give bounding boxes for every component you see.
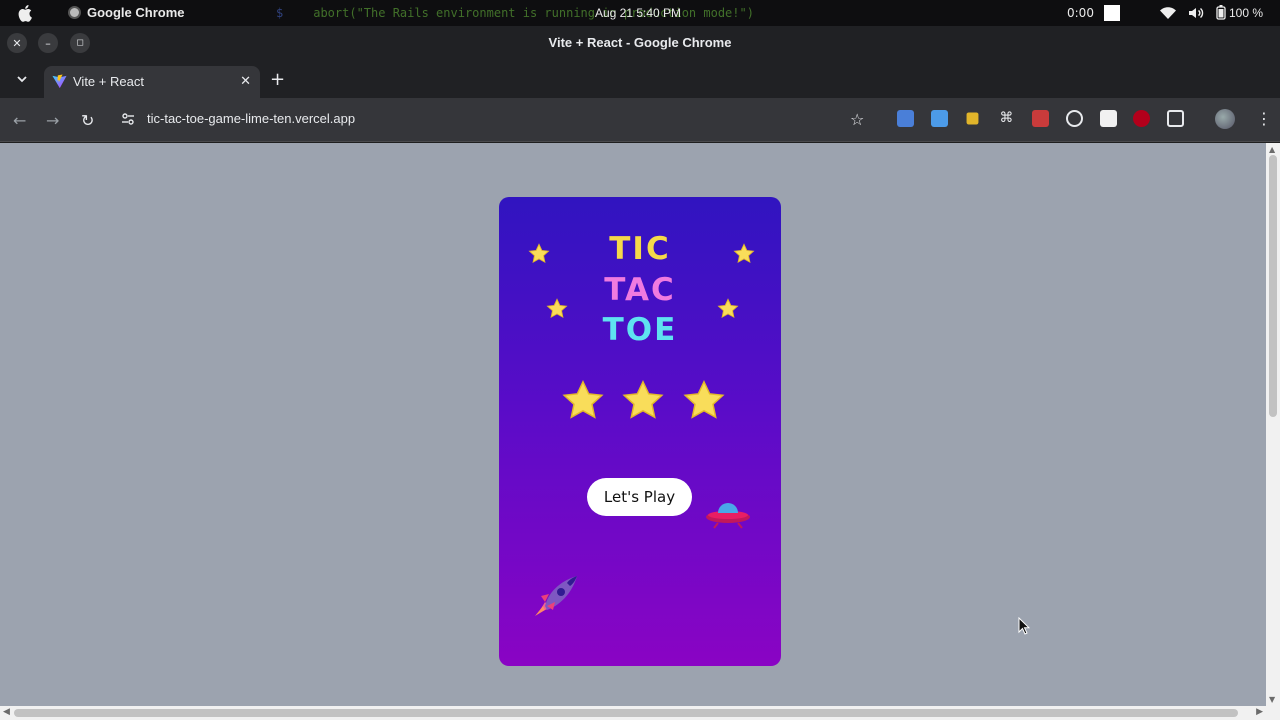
address-bar[interactable]: tic-tac-toe-game-lime-ten.vercel.app [147,111,355,126]
translate-extension-icon[interactable] [897,110,914,127]
game-card: TIC TAC TOE Let's Play [499,197,781,666]
horizontal-scroll-thumb[interactable] [14,709,1238,717]
vite-favicon-icon [52,74,67,89]
background-terminal-text: $ abort("The Rails environment is running… [276,0,836,26]
screenshot-extension-icon[interactable] [931,110,948,127]
terminal-line: abort("The Rails environment is running … [313,6,754,20]
star-icon [528,243,550,264]
star-icon [733,243,755,264]
window-titlebar: ✕ – ◻ Vite + React - Google Chrome [0,26,1280,60]
tab-close-icon[interactable]: ✕ [240,73,251,89]
vertical-scroll-thumb[interactable] [1269,155,1277,417]
profile-avatar[interactable] [1215,109,1235,129]
battery-icon[interactable] [1216,5,1226,20]
system-menubar: Google Chrome $ abort("The Rails environm… [0,0,1280,26]
wifi-icon[interactable] [1160,6,1176,20]
menubar-clock[interactable]: Aug 21 5:40 PM [595,6,681,20]
menu-kebab-icon[interactable]: ⋮ [1256,109,1272,128]
back-arrow-icon[interactable]: ← [13,111,26,130]
tab-title: Vite + React [73,74,144,89]
chrome-icon [68,6,81,19]
pdf-extension-icon[interactable] [1032,110,1049,127]
new-tab-button[interactable]: + [270,69,285,90]
recording-timer: 0:00 [1067,6,1094,20]
tab-vite-react[interactable]: Vite + React ✕ [44,66,260,98]
plus-icon: + [270,69,286,90]
rocket-icon [535,576,577,616]
scroll-down-icon[interactable]: ▼ [1269,695,1275,704]
bookmark-star-icon[interactable]: ☆ [850,110,864,129]
tab-search-chevron-icon[interactable] [15,72,29,86]
vertical-scrollbar[interactable]: ▲ ▼ [1266,143,1280,706]
ublock-extension-icon[interactable] [1133,110,1150,127]
ufo-icon [706,503,750,529]
note-extension-icon[interactable] [966,112,979,125]
system-tray: 100 % [1160,5,1263,20]
big-star-icon [683,380,725,419]
extensions-puzzle-icon[interactable] [1167,110,1184,127]
reload-icon[interactable]: ↻ [81,111,94,130]
window-title: Vite + React - Google Chrome [548,35,732,50]
horizontal-scrollbar[interactable]: ◀ ▶ [0,706,1280,720]
lets-play-button[interactable]: Let's Play [587,478,692,516]
volume-icon[interactable] [1188,6,1204,20]
big-star-icon [622,380,664,419]
apple-icon[interactable] [18,4,34,22]
scroll-right-icon[interactable]: ▶ [1256,707,1263,717]
page-viewport: TIC TAC TOE Let's Play ▲ ▼ ◀ ▶ [0,143,1280,720]
site-settings-icon[interactable] [121,112,135,126]
browser-toolbar: ← → ↻ tic-tac-toe-game-lime-ten.vercel.a… [0,98,1280,142]
scroll-up-icon[interactable]: ▲ [1269,145,1275,154]
star-icon [546,298,568,319]
star-icon [717,298,739,319]
forward-arrow-icon[interactable]: → [46,111,59,130]
active-app[interactable]: Google Chrome [68,5,185,20]
battery-percent: 100 % [1229,5,1264,20]
kanji-extension-icon[interactable]: ⌘ [998,110,1015,127]
active-app-name: Google Chrome [87,5,185,20]
tab-strip: Vite + React ✕ + [0,60,1280,98]
big-star-icon [562,380,604,419]
stop-recording-icon[interactable] [1104,5,1120,21]
document-extension-icon[interactable] [1100,110,1117,127]
target-extension-icon[interactable] [1066,110,1083,127]
scroll-left-icon[interactable]: ◀ [3,707,10,717]
terminal-prompt: $ [276,6,284,20]
mouse-cursor-icon [1018,617,1030,635]
